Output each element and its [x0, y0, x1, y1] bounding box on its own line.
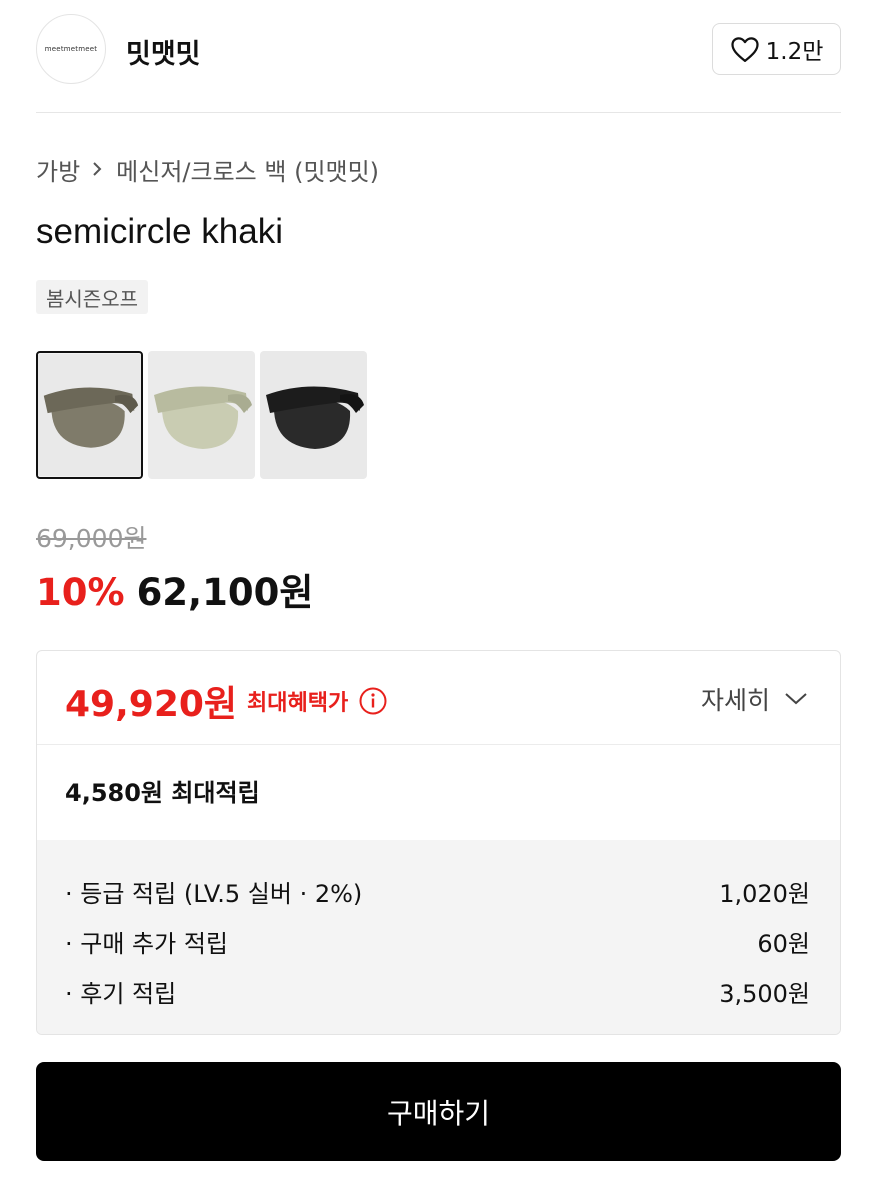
- point-label: · 등급 적립 (LV.5 실버 · 2%): [65, 879, 363, 908]
- discount-rate: 10%: [36, 571, 125, 614]
- detail-button[interactable]: 자세히: [701, 681, 808, 717]
- sale-price: 62,100원: [136, 571, 314, 614]
- benefit-box: 49,920원 최대혜택가 자세히 4,580원 최대적립 · 등급 적립 (L…: [36, 650, 841, 1035]
- bag-image-black: [260, 351, 367, 479]
- store-header: meetmetmeet 밋맷밋 1.2만: [0, 0, 877, 113]
- max-benefit-price: 49,920원: [65, 684, 238, 725]
- max-benefit-label-row: 최대혜택가: [247, 685, 388, 717]
- detail-label: 자세히: [700, 686, 770, 715]
- max-points-row: 4,580원 최대적립: [37, 745, 840, 840]
- heart-icon: [731, 37, 759, 62]
- point-value: 3,500원: [719, 979, 810, 1008]
- point-label: · 후기 적립: [65, 979, 177, 1008]
- color-thumbnails: [36, 351, 367, 479]
- buy-button[interactable]: 구매하기: [36, 1062, 841, 1161]
- info-icon[interactable]: [358, 686, 388, 716]
- thumbnail-khaki[interactable]: [36, 351, 143, 479]
- benefit-header: 49,920원 최대혜택가 자세히: [37, 651, 840, 745]
- store-logo[interactable]: meetmetmeet: [36, 14, 106, 84]
- chevron-right-icon: [90, 160, 104, 178]
- like-count: 1.2만: [765, 39, 824, 65]
- chevron-down-icon: [785, 693, 807, 705]
- breadcrumb: 가방 메신저/크로스 백 (밋맷밋): [36, 152, 379, 186]
- brand-name[interactable]: 밋맷밋: [126, 32, 201, 71]
- point-value: 1,020원: [719, 879, 810, 908]
- bag-image-khaki: [38, 353, 141, 477]
- season-tag: 봄시즌오프: [36, 280, 148, 314]
- max-benefit-label: 최대혜택가: [247, 691, 349, 716]
- bag-image-light-green: [148, 351, 255, 479]
- point-value: 60원: [757, 929, 810, 958]
- like-button[interactable]: 1.2만: [712, 23, 841, 75]
- max-points: 4,580원 최대적립: [65, 779, 260, 807]
- list-item: · 구매 추가 적립 60원: [37, 916, 840, 966]
- logo-text: meetmetmeet: [44, 45, 98, 53]
- original-price: 69,000원: [36, 524, 147, 553]
- breadcrumb-category[interactable]: 가방: [36, 152, 80, 187]
- thumbnail-light-green[interactable]: [148, 351, 255, 479]
- points-detail-list: · 등급 적립 (LV.5 실버 · 2%) 1,020원 · 구매 추가 적립…: [37, 840, 840, 1034]
- point-label: · 구매 추가 적립: [65, 929, 228, 958]
- product-title: semicircle khaki: [36, 212, 283, 251]
- breadcrumb-subcategory[interactable]: 메신저/크로스 백 (밋맷밋): [116, 152, 379, 187]
- header-divider: [36, 112, 841, 113]
- list-item: · 후기 적립 3,500원: [37, 966, 840, 1016]
- price-row: 10% 62,100원: [36, 562, 313, 616]
- list-item: · 등급 적립 (LV.5 실버 · 2%) 1,020원: [37, 866, 840, 916]
- thumbnail-black[interactable]: [260, 351, 367, 479]
